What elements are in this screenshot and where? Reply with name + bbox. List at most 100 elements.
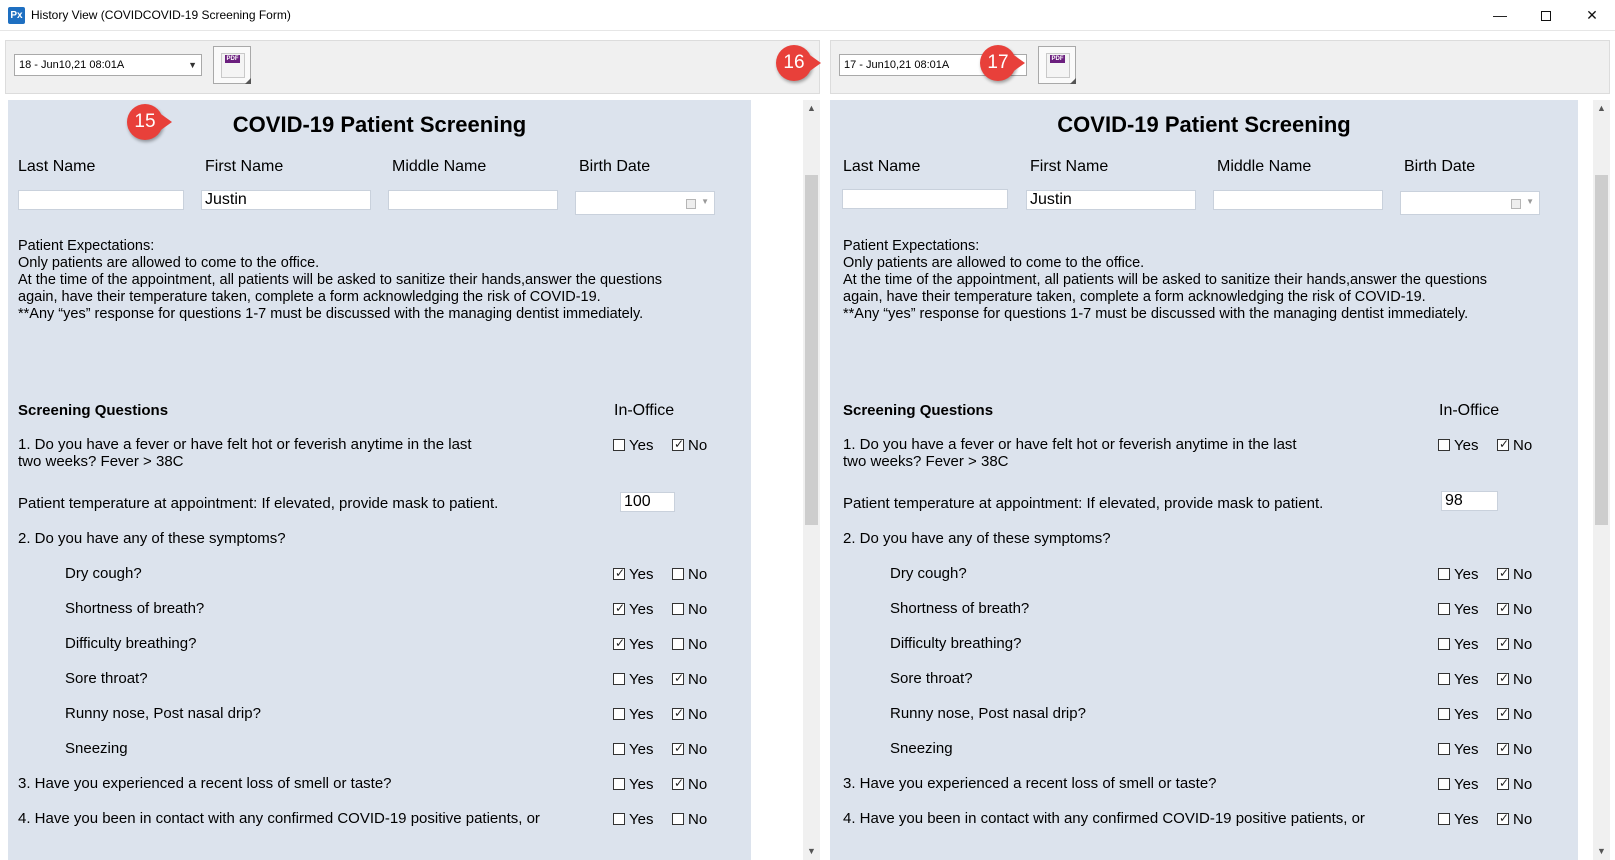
question-2: 2. Do you have any of these symptoms? (843, 530, 1111, 547)
checkbox-icon (613, 439, 625, 451)
q4-yes-checkbox[interactable]: Yes (1438, 812, 1478, 828)
checkbox-icon (1438, 778, 1450, 790)
sneezing-yes-checkbox[interactable]: Yes (613, 742, 653, 758)
checked-checkbox-icon (672, 670, 684, 686)
shortness-no-checkbox[interactable]: No (672, 602, 707, 618)
checked-checkbox-icon (672, 740, 684, 756)
last-name-field[interactable] (842, 189, 1008, 209)
question-3: 3. Have you experienced a recent loss of… (843, 775, 1217, 792)
left-history-select[interactable]: 18 - Jun10,21 08:01A ▼ (14, 54, 202, 76)
q4-yes-checkbox[interactable]: Yes (613, 812, 653, 828)
checkbox-icon (613, 743, 625, 755)
q4-no-checkbox[interactable]: No (672, 812, 707, 828)
symptom-sore-throat: Sore throat? (890, 670, 973, 687)
shortness-yes-checkbox[interactable]: Yes (613, 600, 653, 618)
checked-checkbox-icon (672, 436, 684, 452)
q1-yes-checkbox[interactable]: Yes (1438, 438, 1478, 454)
sore-no-checkbox[interactable]: No (1497, 670, 1532, 688)
last-name-label: Last Name (18, 158, 96, 175)
first-name-field[interactable]: Justin (201, 190, 371, 210)
breathing-yes-checkbox[interactable]: Yes (613, 635, 653, 653)
checked-checkbox-icon (1497, 670, 1509, 686)
sore-no-checkbox[interactable]: No (672, 670, 707, 688)
left-toolbar: 18 - Jun10,21 08:01A ▼ PDF (5, 40, 820, 94)
q3-yes-checkbox[interactable]: Yes (613, 777, 653, 793)
left-pdf-button[interactable]: PDF (213, 46, 251, 84)
middle-name-field[interactable] (1213, 190, 1383, 210)
checkbox-icon (613, 708, 625, 720)
breathing-yes-checkbox[interactable]: Yes (1438, 637, 1478, 653)
runny-yes-checkbox[interactable]: Yes (1438, 707, 1478, 723)
symptom-shortness-of-breath: Shortness of breath? (890, 600, 1030, 617)
sneezing-no-checkbox[interactable]: No (1497, 740, 1532, 758)
cough-yes-checkbox[interactable]: Yes (1438, 567, 1478, 583)
runny-no-checkbox[interactable]: No (672, 705, 707, 723)
cough-no-checkbox[interactable]: No (672, 567, 707, 583)
scroll-thumb[interactable] (805, 175, 818, 525)
form-title: COVID-19 Patient Screening (1057, 112, 1351, 137)
screening-questions-heading: Screening Questions (843, 402, 994, 419)
callout-16: 16 (776, 45, 824, 81)
q3-no-checkbox[interactable]: No (672, 775, 707, 793)
maximize-button[interactable] (1523, 0, 1569, 31)
minimize-button[interactable]: — (1477, 0, 1523, 31)
breathing-no-checkbox[interactable]: No (1497, 635, 1532, 653)
checkbox-icon (1438, 743, 1450, 755)
sore-yes-checkbox[interactable]: Yes (613, 672, 653, 688)
breathing-no-checkbox[interactable]: No (672, 637, 707, 653)
close-button[interactable]: ✕ (1569, 0, 1615, 31)
scroll-down-icon[interactable]: ▼ (803, 843, 820, 860)
in-office-heading: In-Office (614, 402, 675, 419)
right-scrollbar[interactable]: ▲ ▼ (1593, 100, 1610, 860)
shortness-yes-checkbox[interactable]: Yes (1438, 602, 1478, 618)
scroll-thumb[interactable] (1595, 175, 1608, 525)
middle-name-label: Middle Name (1217, 158, 1312, 175)
checkbox-icon (1438, 673, 1450, 685)
cough-yes-checkbox[interactable]: Yes (613, 565, 653, 583)
checkbox-icon (613, 673, 625, 685)
symptom-sneezing: Sneezing (890, 740, 953, 757)
sneezing-no-checkbox[interactable]: No (672, 740, 707, 758)
scroll-up-icon[interactable]: ▲ (1593, 100, 1610, 117)
middle-name-field[interactable] (388, 190, 558, 210)
question-3: 3. Have you experienced a recent loss of… (18, 775, 392, 792)
q1-no-checkbox[interactable]: No (672, 436, 707, 454)
checked-checkbox-icon (672, 775, 684, 791)
q3-yes-checkbox[interactable]: Yes (1438, 777, 1478, 793)
symptom-shortness-of-breath: Shortness of breath? (65, 600, 205, 617)
shortness-no-checkbox[interactable]: No (1497, 600, 1532, 618)
sore-yes-checkbox[interactable]: Yes (1438, 672, 1478, 688)
q4-no-checkbox[interactable]: No (1497, 810, 1532, 828)
question-4: 4. Have you been in contact with any con… (843, 810, 1365, 827)
left-scrollbar[interactable]: ▲ ▼ (803, 100, 820, 860)
checked-checkbox-icon (1497, 810, 1509, 826)
last-name-field[interactable] (18, 190, 184, 210)
birth-date-field[interactable]: ▼ (1400, 191, 1540, 215)
temperature-field[interactable]: 100 (620, 492, 675, 512)
checked-checkbox-icon (1497, 600, 1509, 616)
checkbox-icon (1438, 638, 1450, 650)
scroll-up-icon[interactable]: ▲ (803, 100, 820, 117)
scroll-down-icon[interactable]: ▼ (1593, 843, 1610, 860)
q1-yes-checkbox[interactable]: Yes (613, 438, 653, 454)
checked-checkbox-icon (1497, 705, 1509, 721)
checkbox-icon (613, 778, 625, 790)
q3-no-checkbox[interactable]: No (1497, 775, 1532, 793)
in-office-heading: In-Office (1439, 402, 1500, 419)
temperature-field[interactable]: 98 (1441, 491, 1498, 511)
runny-no-checkbox[interactable]: No (1497, 705, 1532, 723)
first-name-field[interactable]: Justin (1026, 190, 1196, 210)
checkbox-icon (672, 568, 684, 580)
q1-no-checkbox[interactable]: No (1497, 436, 1532, 454)
right-pdf-button[interactable]: PDF (1038, 46, 1076, 84)
maximize-icon (1541, 11, 1551, 22)
runny-yes-checkbox[interactable]: Yes (613, 707, 653, 723)
birth-date-field[interactable]: ▼ (575, 191, 715, 215)
sneezing-yes-checkbox[interactable]: Yes (1438, 742, 1478, 758)
pane-gap (751, 100, 801, 860)
symptom-sore-throat: Sore throat? (65, 670, 148, 687)
symptom-dry-cough: Dry cough? (65, 565, 142, 582)
first-name-label: First Name (1030, 158, 1109, 175)
cough-no-checkbox[interactable]: No (1497, 565, 1532, 583)
callout-15: 15 (127, 104, 175, 140)
